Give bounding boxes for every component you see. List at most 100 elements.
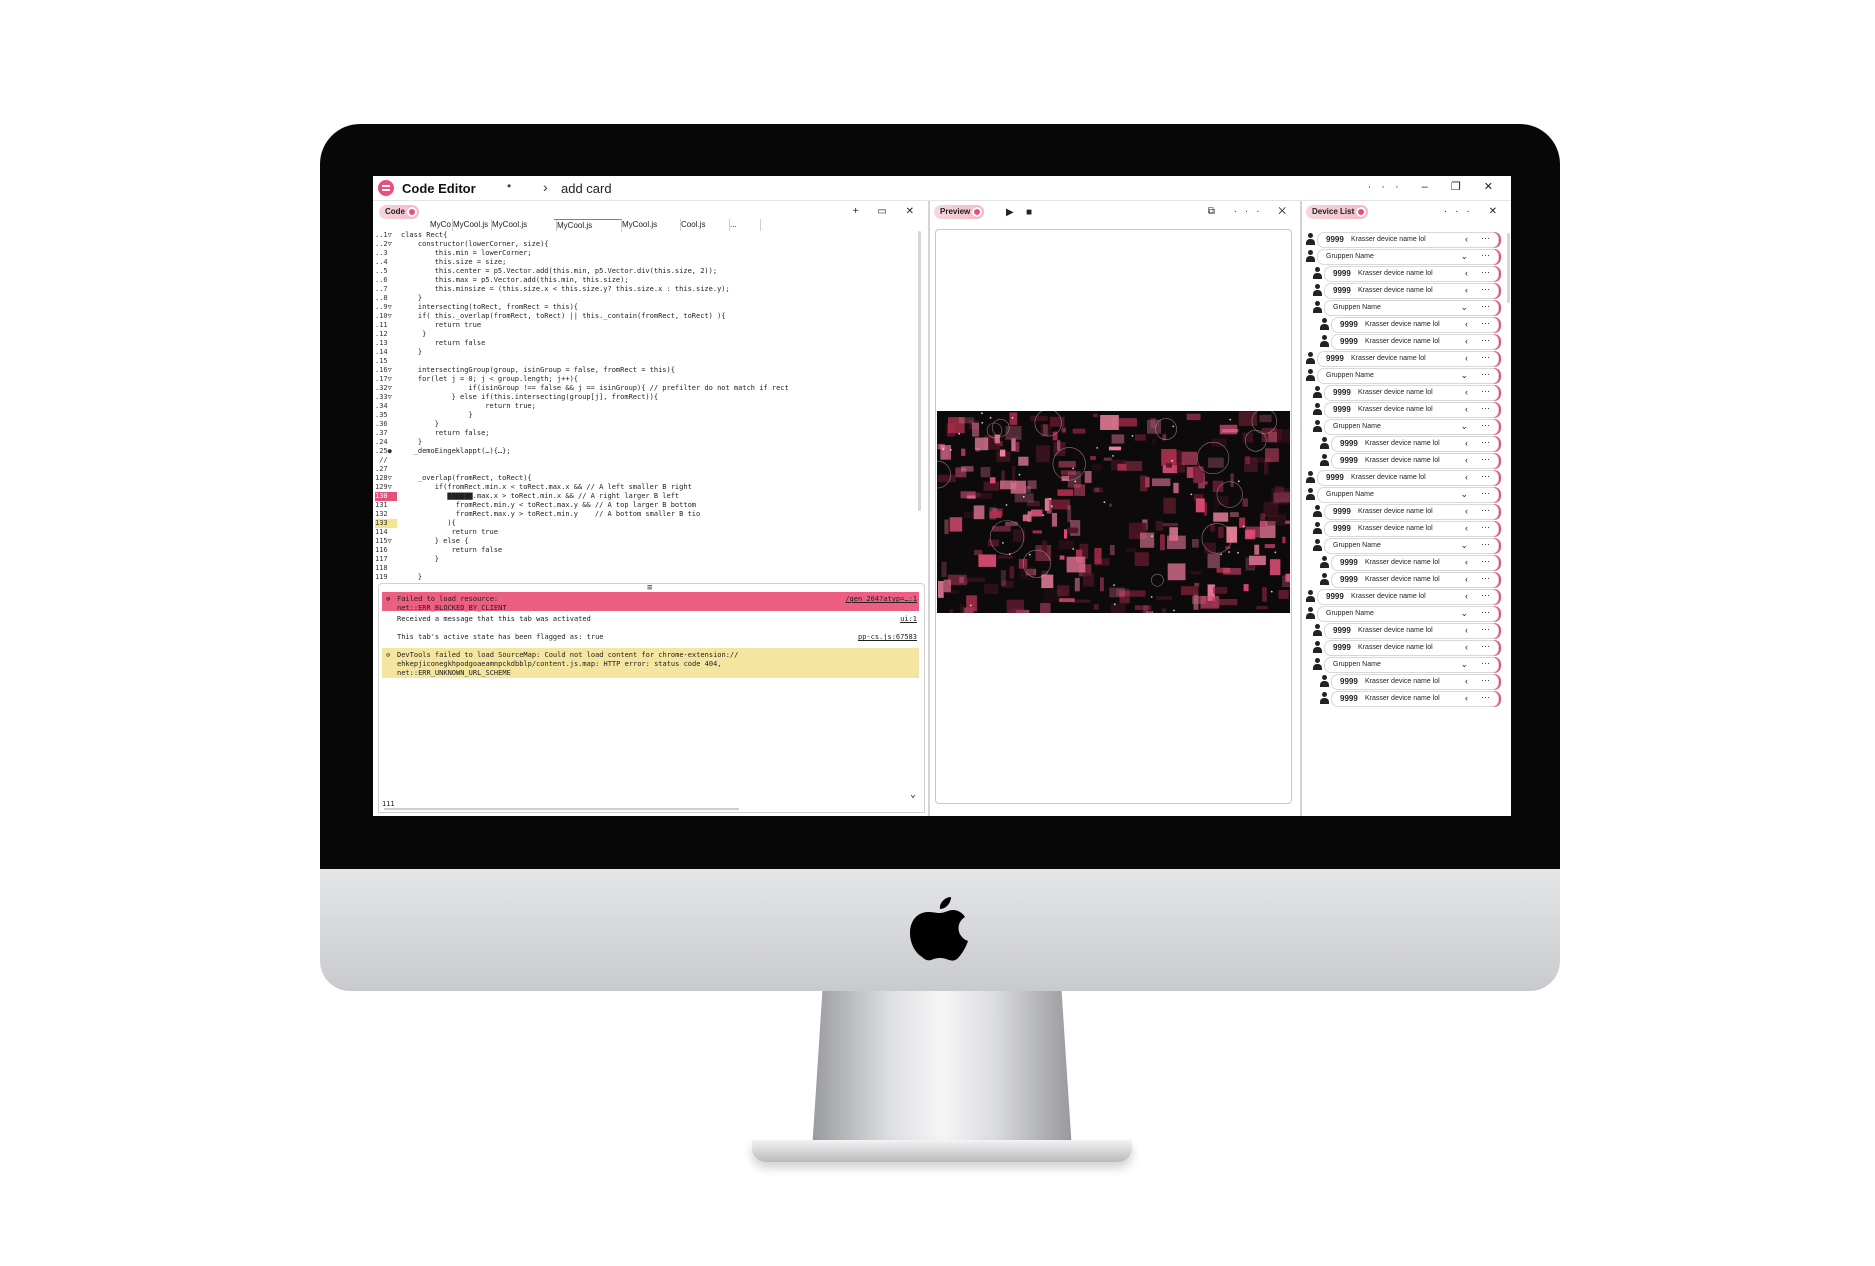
group-card[interactable]: Gruppen Name ⌄ ··· bbox=[1317, 368, 1499, 384]
code-line[interactable]: .16▽ intersectingGroup(group, isinGroup … bbox=[373, 366, 913, 375]
more-options-icon[interactable]: ··· bbox=[1481, 522, 1490, 532]
code-line[interactable]: 116 return false bbox=[373, 546, 913, 555]
device-card[interactable]: 9999 Krasser device name lol ‹ ··· bbox=[1324, 385, 1499, 401]
device-card[interactable]: 9999 Krasser device name lol ‹ ··· bbox=[1331, 453, 1499, 469]
device-row[interactable]: 9999 Krasser device name lol ‹ ··· bbox=[1306, 588, 1502, 605]
code-line[interactable]: .11 return true bbox=[373, 321, 913, 330]
code-scrollbar[interactable] bbox=[918, 231, 921, 511]
more-options-icon[interactable]: ··· bbox=[1481, 692, 1490, 702]
chevron-left-icon[interactable]: ‹ bbox=[1465, 268, 1468, 278]
chevron-left-icon[interactable]: ‹ bbox=[1465, 523, 1468, 533]
chevron-left-icon[interactable]: ‹ bbox=[1465, 625, 1468, 635]
code-line[interactable]: .33▽ } else if(this.intersecting(group[j… bbox=[373, 393, 913, 402]
chevron-right-icon[interactable]: › bbox=[543, 179, 548, 195]
code-line[interactable]: ..1▽ class Rect{ bbox=[373, 231, 913, 240]
group-card[interactable]: Gruppen Name ⌄ ··· bbox=[1324, 419, 1499, 435]
device-row[interactable]: 9999 Krasser device name lol ‹ ··· bbox=[1306, 673, 1502, 690]
device-card[interactable]: 9999 Krasser device name lol ‹ ··· bbox=[1331, 555, 1499, 571]
more-options-icon[interactable]: ··· bbox=[1481, 624, 1490, 634]
device-group-row[interactable]: Gruppen Name ⌄ ··· bbox=[1306, 486, 1502, 503]
more-options-icon[interactable]: ··· bbox=[1481, 573, 1490, 583]
code-line[interactable]: 132 fromRect.max.y > toRect.min.y // A b… bbox=[373, 510, 913, 519]
code-line[interactable]: .24 } bbox=[373, 438, 913, 447]
chevron-down-icon[interactable]: ⌄ bbox=[1460, 608, 1468, 619]
code-line[interactable]: 114 return true bbox=[373, 528, 913, 537]
device-group-row[interactable]: Gruppen Name ⌄ ··· bbox=[1306, 418, 1502, 435]
chevron-left-icon[interactable]: ‹ bbox=[1465, 557, 1468, 567]
more-options-icon[interactable]: ··· bbox=[1481, 505, 1490, 515]
chevron-down-icon[interactable]: ⌄ bbox=[1460, 421, 1468, 432]
code-line[interactable]: .25● _demoEingeklappt(…){…}; bbox=[373, 447, 913, 456]
more-options-icon[interactable]: ··· bbox=[1481, 403, 1490, 413]
device-list-scrollbar[interactable] bbox=[1507, 233, 1510, 303]
device-card[interactable]: 9999 Krasser device name lol ‹ ··· bbox=[1324, 504, 1499, 520]
device-group-row[interactable]: Gruppen Name ⌄ ··· bbox=[1306, 656, 1502, 673]
code-line[interactable]: .34 return true; bbox=[373, 402, 913, 411]
more-options-icon[interactable]: ··· bbox=[1481, 641, 1490, 651]
device-card[interactable]: 9999 Krasser device name lol ‹ ··· bbox=[1324, 266, 1499, 282]
chevron-left-icon[interactable]: ‹ bbox=[1465, 676, 1468, 686]
device-list-toggle[interactable]: Device List bbox=[1306, 205, 1369, 219]
console-message-info[interactable]: This tab's active state has been flagged… bbox=[382, 630, 919, 644]
more-options-icon[interactable]: ··· bbox=[1481, 488, 1490, 498]
code-line[interactable]: 117 } bbox=[373, 555, 913, 564]
more-options-icon[interactable]: ··· bbox=[1481, 233, 1490, 243]
chevron-left-icon[interactable]: ‹ bbox=[1465, 574, 1468, 584]
more-options-icon[interactable]: ··· bbox=[1481, 352, 1490, 362]
code-line[interactable]: ..8 } bbox=[373, 294, 913, 303]
device-group-row[interactable]: Gruppen Name ⌄ ··· bbox=[1306, 605, 1502, 622]
device-group-row[interactable]: Gruppen Name ⌄ ··· bbox=[1306, 299, 1502, 316]
device-row[interactable]: 9999 Krasser device name lol ‹ ··· bbox=[1306, 452, 1502, 469]
chevron-left-icon[interactable]: ‹ bbox=[1465, 642, 1468, 652]
device-row[interactable]: 9999 Krasser device name lol ‹ ··· bbox=[1306, 401, 1502, 418]
device-group-row[interactable]: Gruppen Name ⌄ ··· bbox=[1306, 248, 1502, 265]
device-card[interactable]: 9999 Krasser device name lol ‹ ··· bbox=[1331, 436, 1499, 452]
chevron-down-icon[interactable]: ⌄ bbox=[1460, 540, 1468, 551]
device-card[interactable]: 9999 Krasser device name lol ‹ ··· bbox=[1324, 640, 1499, 656]
device-row[interactable]: 9999 Krasser device name lol ‹ ··· bbox=[1306, 350, 1502, 367]
device-row[interactable]: 9999 Krasser device name lol ‹ ··· bbox=[1306, 435, 1502, 452]
code-line[interactable]: ..9▽ intersecting(toRect, fromRect = thi… bbox=[373, 303, 913, 312]
group-card[interactable]: Gruppen Name ⌄ ··· bbox=[1324, 300, 1499, 316]
chevron-down-icon[interactable]: ⌄ bbox=[1460, 370, 1468, 381]
more-options-icon[interactable]: ··· bbox=[1481, 250, 1490, 260]
code-line[interactable]: .10▽ if( this._overlap(fromRect, toRect)… bbox=[373, 312, 913, 321]
more-options-icon[interactable]: ··· bbox=[1481, 454, 1490, 464]
chevron-left-icon[interactable]: ‹ bbox=[1465, 387, 1468, 397]
more-options-icon[interactable]: ··· bbox=[1481, 420, 1490, 430]
code-line[interactable]: .36 } bbox=[373, 420, 913, 429]
code-line[interactable]: 133 ){ bbox=[373, 519, 913, 528]
group-card[interactable]: Gruppen Name ⌄ ··· bbox=[1324, 657, 1499, 673]
chevron-down-icon[interactable]: ⌄ bbox=[910, 789, 916, 800]
code-line[interactable]: .37 return false; bbox=[373, 429, 913, 438]
chevron-left-icon[interactable]: ‹ bbox=[1465, 285, 1468, 295]
group-card[interactable]: Gruppen Name ⌄ ··· bbox=[1317, 606, 1499, 622]
device-panel-actions[interactable]: ··· ✕ bbox=[1444, 206, 1505, 217]
more-options-icon[interactable]: ··· bbox=[1481, 284, 1490, 294]
file-tab[interactable]: MyCool.js bbox=[450, 219, 492, 231]
file-tab-overflow[interactable]: ... bbox=[727, 219, 761, 231]
device-card[interactable]: 9999 Krasser device name lol ‹ ··· bbox=[1331, 572, 1499, 588]
console-scrollbar[interactable] bbox=[384, 808, 739, 810]
device-card[interactable]: 9999 Krasser device name lol ‹ ··· bbox=[1317, 470, 1499, 486]
device-row[interactable]: 9999 Krasser device name lol ‹ ··· bbox=[1306, 571, 1502, 588]
code-panel-actions[interactable]: + ▭ ✕ bbox=[853, 206, 922, 217]
device-row[interactable]: 9999 Krasser device name lol ‹ ··· bbox=[1306, 231, 1502, 248]
code-line[interactable]: .27 bbox=[373, 465, 913, 474]
device-card[interactable]: 9999 Krasser device name lol ‹ ··· bbox=[1331, 334, 1499, 350]
chevron-left-icon[interactable]: ‹ bbox=[1465, 404, 1468, 414]
preview-panel-actions[interactable]: ⧉ ··· ✕ bbox=[1208, 206, 1294, 217]
file-tab[interactable]: MyCool.js bbox=[619, 219, 681, 231]
device-row[interactable]: 9999 Krasser device name lol ‹ ··· bbox=[1306, 639, 1502, 656]
more-options-icon[interactable]: ··· bbox=[1481, 335, 1490, 345]
console-source-link[interactable]: pp-cs.js:67583 bbox=[858, 633, 917, 641]
console-source-link[interactable]: /gen_204?atyp=…:1 bbox=[845, 595, 917, 603]
chevron-left-icon[interactable]: ‹ bbox=[1465, 319, 1468, 329]
chevron-down-icon[interactable]: ⌄ bbox=[1460, 251, 1468, 262]
device-group-row[interactable]: Gruppen Name ⌄ ··· bbox=[1306, 537, 1502, 554]
device-row[interactable]: 9999 Krasser device name lol ‹ ··· bbox=[1306, 503, 1502, 520]
chevron-left-icon[interactable]: ‹ bbox=[1465, 353, 1468, 363]
toggle-knob-icon[interactable] bbox=[407, 207, 417, 217]
chevron-left-icon[interactable]: ‹ bbox=[1465, 455, 1468, 465]
device-card[interactable]: 9999 Krasser device name lol ‹ ··· bbox=[1317, 589, 1499, 605]
